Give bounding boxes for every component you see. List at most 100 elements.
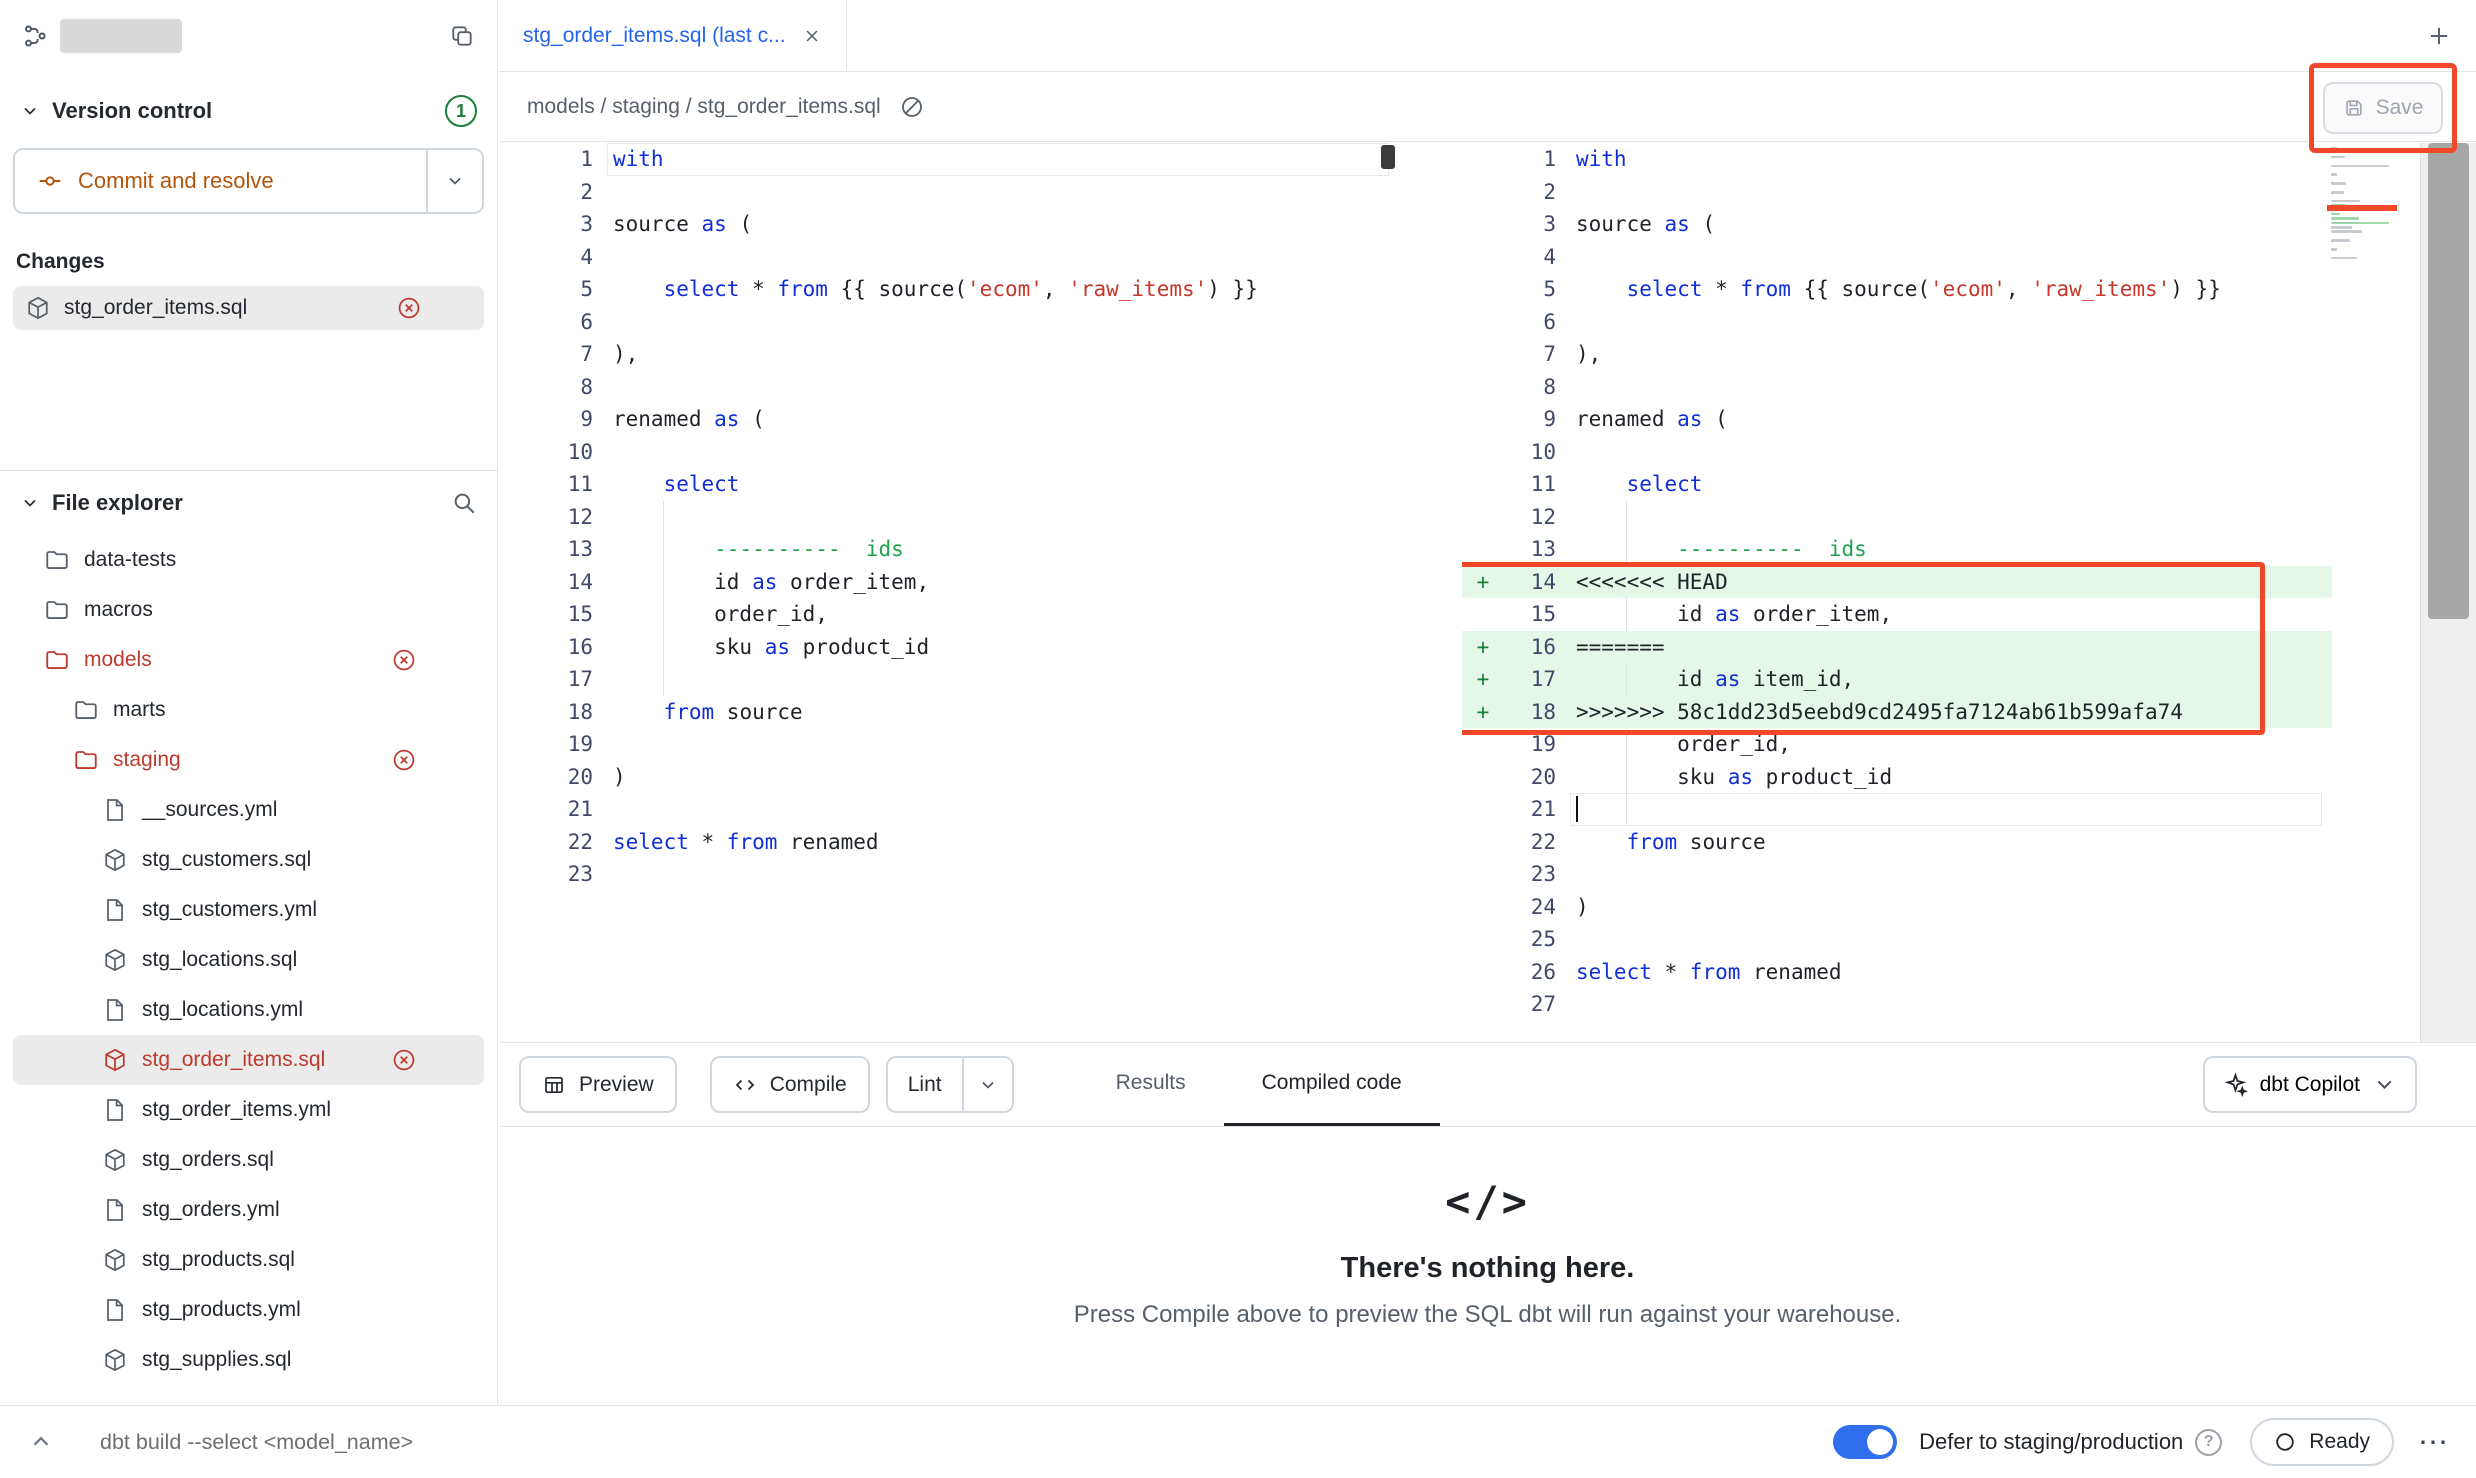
code-line-26[interactable]: 26select * from renamed [1462,956,2332,989]
code-line-21[interactable]: 21 [1462,793,2332,826]
code-line-5[interactable]: 5 select * from {{ source('ecom', 'raw_i… [499,273,1399,306]
code-line-2[interactable]: 2 [499,176,1399,209]
tree-item-stg_orders.sql[interactable]: stg_orders.sql [0,1135,497,1185]
code-line-16[interactable]: 16 sku as product_id [499,631,1399,664]
code-line-19[interactable]: 19 order_id, [1462,728,2332,761]
tree-item-stg_order_items.sql[interactable]: stg_order_items.sql [13,1035,484,1085]
code-line-12[interactable]: 12 [499,501,1399,534]
preview-button[interactable]: Preview [519,1056,677,1113]
code-line-10[interactable]: 10 [1462,436,2332,469]
code-line-22[interactable]: 22 from source [1462,826,2332,859]
tree-item-stg_customers.sql[interactable]: stg_customers.sql [0,835,497,885]
code-line-6[interactable]: 6 [499,306,1399,339]
scrollbar-thumb[interactable] [1381,145,1395,169]
commit-options-caret[interactable] [426,150,482,212]
help-icon[interactable]: ? [2195,1429,2222,1456]
tree-item-marts[interactable]: marts [0,685,497,735]
code-line-8[interactable]: 8 [499,371,1399,404]
code-line-21[interactable]: 21 [499,793,1399,826]
lineage-icon[interactable] [899,94,925,120]
tree-item-macros[interactable]: macros [0,585,497,635]
code-line-13[interactable]: 13 ---------- ids [1462,533,2332,566]
tree-item-__sources.yml[interactable]: __sources.yml [0,785,497,835]
code-line-23[interactable]: 23 [499,858,1399,891]
code-line-16[interactable]: +16======= [1462,631,2332,664]
editor-tab[interactable]: stg_order_items.sql (last c... [499,0,847,71]
command-text[interactable]: dbt build --select <model_name> [100,1430,413,1455]
editor-pane-original[interactable]: 1with23source as (45 select * from {{ so… [499,143,1399,1042]
search-icon[interactable] [451,490,477,516]
tab-compiled-code[interactable]: Compiled code [1224,1043,1440,1126]
code-line-11[interactable]: 11 select [499,468,1399,501]
ready-status[interactable]: Ready [2250,1418,2394,1466]
code-line-20[interactable]: 20) [499,761,1399,794]
code-line-3[interactable]: 3source as ( [1462,208,2332,241]
copy-icon[interactable] [449,23,475,49]
code-line-6[interactable]: 6 [1462,306,2332,339]
editor-scrollbar-thumb[interactable] [2428,143,2469,619]
dbt-copilot-button[interactable]: dbt Copilot [2203,1056,2417,1113]
code-line-1[interactable]: 1with [1462,143,2332,176]
tree-item-stg_locations.sql[interactable]: stg_locations.sql [0,935,497,985]
tree-item-stg_order_items.yml[interactable]: stg_order_items.yml [0,1085,497,1135]
code-line-25[interactable]: 25 [1462,923,2332,956]
code-line-18[interactable]: 18 from source [499,696,1399,729]
commit-and-resolve-button[interactable]: Commit and resolve [13,148,484,214]
chevron-up-icon[interactable] [28,1429,54,1455]
editor-pane-current[interactable]: 1with23source as (45 select * from {{ so… [1462,143,2332,1042]
tree-item-staging[interactable]: staging [0,735,497,785]
code-line-15[interactable]: 15 id as order_item, [1462,598,2332,631]
lint-options-caret[interactable] [962,1058,1012,1111]
code-line-9[interactable]: 9renamed as ( [1462,403,2332,436]
compile-button[interactable]: Compile [710,1056,870,1113]
code-line-4[interactable]: 4 [499,241,1399,274]
code-line-8[interactable]: 8 [1462,371,2332,404]
tree-item-stg_products.sql[interactable]: stg_products.sql [0,1235,497,1285]
editor-scrollbar[interactable] [2420,143,2476,1042]
code-line-14[interactable]: +14<<<<<<< HEAD [1462,566,2332,599]
code-line-1[interactable]: 1with [499,143,1399,176]
tree-item-data-tests[interactable]: data-tests [0,535,497,585]
code-line-22[interactable]: 22select * from renamed [499,826,1399,859]
bottom-panel: Preview Compile Lint Results [499,1042,2476,1405]
version-control-header[interactable]: Version control 1 [0,86,497,136]
tree-item-stg_supplies.sql[interactable]: stg_supplies.sql [0,1335,497,1385]
defer-toggle[interactable] [1833,1425,1897,1459]
code-line-17[interactable]: +17 id as item_id, [1462,663,2332,696]
code-line-24[interactable]: 24) [1462,891,2332,924]
tree-item-models[interactable]: models [0,635,497,685]
code-line-27[interactable]: 27 [1462,988,2332,1021]
code-line-7[interactable]: 7), [499,338,1399,371]
tree-item-stg_orders.yml[interactable]: stg_orders.yml [0,1185,497,1235]
code-line-11[interactable]: 11 select [1462,468,2332,501]
tree-item-stg_locations.yml[interactable]: stg_locations.yml [0,985,497,1035]
lint-button[interactable]: Lint [886,1056,1014,1113]
code-line-20[interactable]: 20 sku as product_id [1462,761,2332,794]
code-line-7[interactable]: 7), [1462,338,2332,371]
code-line-13[interactable]: 13 ---------- ids [499,533,1399,566]
tree-item-stg_customers.yml[interactable]: stg_customers.yml [0,885,497,935]
code-line-12[interactable]: 12 [1462,501,2332,534]
code-line-3[interactable]: 3source as ( [499,208,1399,241]
code-line-17[interactable]: 17 [499,663,1399,696]
changed-file-row[interactable]: stg_order_items.sql [13,286,484,330]
tab-results[interactable]: Results [1078,1043,1224,1126]
code-line-23[interactable]: 23 [1462,858,2332,891]
workspace-icon[interactable] [22,23,48,49]
close-icon[interactable] [802,26,822,46]
code-line-19[interactable]: 19 [499,728,1399,761]
code-line-18[interactable]: +18>>>>>>> 58c1dd23d5eebd9cd2495fa7124ab… [1462,696,2332,729]
code-line-14[interactable]: 14 id as order_item, [499,566,1399,599]
code-line-9[interactable]: 9renamed as ( [499,403,1399,436]
code-line-5[interactable]: 5 select * from {{ source('ecom', 'raw_i… [1462,273,2332,306]
code-line-15[interactable]: 15 order_id, [499,598,1399,631]
save-button[interactable]: Save [2323,82,2444,134]
conflict-icon[interactable] [396,295,422,321]
code-line-4[interactable]: 4 [1462,241,2332,274]
tree-item-stg_products.yml[interactable]: stg_products.yml [0,1285,497,1335]
file-explorer-header[interactable]: File explorer [0,471,497,535]
code-line-10[interactable]: 10 [499,436,1399,469]
new-tab-icon[interactable] [2426,23,2452,49]
code-line-2[interactable]: 2 [1462,176,2332,209]
more-options-icon[interactable]: ⋯ [2418,1425,2448,1460]
